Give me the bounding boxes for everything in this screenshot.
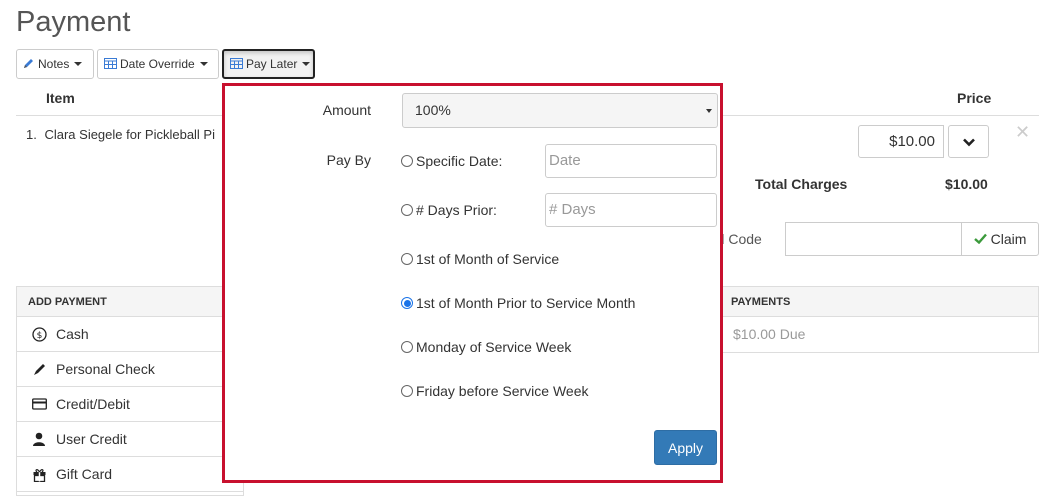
radio-first-of-month-prior[interactable] — [401, 297, 413, 309]
user-icon — [31, 431, 47, 447]
amount-select[interactable]: 100% — [402, 93, 718, 128]
date-override-label: Date Override — [120, 57, 195, 71]
payment-method-label: Gift Card — [56, 466, 113, 482]
credit-card-icon — [31, 396, 47, 412]
option-days-prior[interactable]: # Days Prior: — [401, 202, 497, 218]
row-number: 1. — [26, 127, 37, 142]
payments-panel: PAYMENTS $10.00 Due — [718, 286, 1039, 353]
payment-method-label: User Credit — [56, 431, 127, 447]
pay-later-popover: Amount 100% Pay By Specific Date: Date #… — [222, 83, 723, 483]
amount-due: $10.00 Due — [733, 326, 806, 342]
option-friday-before-week[interactable]: Friday before Service Week — [401, 383, 588, 399]
pen-icon — [31, 361, 47, 377]
pay-later-label: Pay Later — [246, 57, 298, 71]
amount-label: Amount — [322, 102, 371, 118]
option-label: # Days Prior: — [416, 202, 497, 218]
option-monday-of-week[interactable]: Monday of Service Week — [401, 339, 571, 355]
price-column-header: Price — [957, 90, 992, 106]
calendar-icon — [230, 57, 243, 72]
claim-label: Claim — [990, 231, 1027, 247]
price-options-button[interactable] — [948, 125, 989, 158]
payment-method-user-credit[interactable]: User Credit — [17, 422, 243, 457]
notes-button[interactable]: Notes — [16, 49, 94, 79]
price-input[interactable]: $10.00 — [858, 125, 944, 158]
cash-icon: $ — [31, 326, 47, 342]
chevron-down-icon — [962, 134, 975, 150]
notes-label: Notes — [38, 57, 70, 71]
payment-method-personal-check[interactable]: Personal Check — [17, 352, 243, 387]
payment-method-cash[interactable]: $ Cash — [17, 317, 243, 352]
total-charges-value: $10.00 — [945, 176, 988, 192]
chevron-down-icon — [74, 62, 83, 66]
pay-by-label: Pay By — [326, 152, 371, 168]
option-label: Friday before Service Week — [416, 383, 589, 399]
radio-monday-of-week[interactable] — [401, 341, 413, 353]
chevron-down-icon — [199, 62, 208, 66]
option-label: Specific Date: — [416, 153, 503, 169]
payment-method-label: Credit/Debit — [56, 396, 130, 412]
radio-days-prior[interactable] — [401, 204, 413, 216]
remove-item-icon[interactable]: ✕ — [1015, 122, 1030, 143]
days-prior-input[interactable]: # Days — [545, 193, 717, 227]
payment-method-label: Cash — [56, 326, 89, 342]
pay-later-button[interactable]: Pay Later — [222, 49, 315, 79]
payment-method-credit-debit[interactable]: Credit/Debit — [17, 387, 243, 422]
svg-text:$: $ — [36, 331, 42, 341]
date-override-button[interactable]: Date Override — [97, 49, 219, 79]
total-charges-label: Total Charges — [755, 176, 848, 192]
radio-specific-date[interactable] — [401, 155, 413, 167]
payment-method-gift-card[interactable]: Gift Card — [17, 457, 243, 492]
radio-friday-before-week[interactable] — [401, 385, 413, 397]
item-column-header: Item — [46, 90, 75, 106]
item-description[interactable]: Clara Siegele for Pickleball Pi — [44, 127, 215, 142]
option-specific-date[interactable]: Specific Date: — [401, 153, 502, 169]
amount-select-value: 100% — [415, 102, 451, 118]
payments-header: PAYMENTS — [719, 287, 1038, 317]
option-label: 1st of Month of Service — [416, 251, 560, 267]
specific-date-input[interactable]: Date — [545, 144, 717, 178]
table-row: 1. Clara Siegele for Pickleball Pi — [26, 127, 215, 142]
option-first-of-month-prior[interactable]: 1st of Month Prior to Service Month — [401, 295, 635, 311]
add-payment-panel: ADD PAYMENT $ Cash Personal Check Credit… — [16, 286, 244, 496]
add-payment-header: ADD PAYMENT — [17, 287, 243, 317]
option-first-of-month[interactable]: 1st of Month of Service — [401, 251, 559, 267]
check-icon — [973, 231, 987, 247]
gift-icon — [31, 466, 47, 482]
chevron-down-icon — [706, 109, 712, 113]
calendar-icon — [104, 57, 117, 72]
payment-method-label: Personal Check — [56, 361, 155, 377]
pencil-icon — [23, 57, 35, 72]
option-label: Monday of Service Week — [416, 339, 572, 355]
apply-button[interactable]: Apply — [654, 430, 717, 465]
claim-button[interactable]: Claim — [961, 222, 1039, 256]
option-label: 1st of Month Prior to Service Month — [416, 295, 636, 311]
radio-first-of-month[interactable] — [401, 253, 413, 265]
chevron-down-icon — [302, 62, 311, 66]
page-title: Payment — [16, 6, 131, 38]
code-input[interactable] — [785, 222, 962, 256]
